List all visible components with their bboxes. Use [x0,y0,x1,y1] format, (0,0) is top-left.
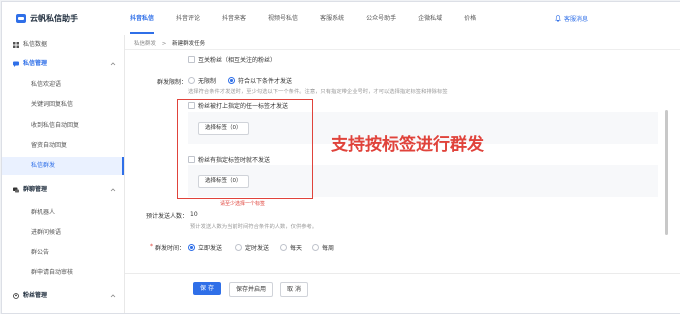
limit-conditional-radio[interactable] [228,77,235,84]
service-message-label: 客服消息 [564,16,589,23]
estimated-hint: 预计发送人数为当前时间符合条件的人数，仅供参考。 [190,224,318,230]
breadcrumb-separator: > [161,41,167,47]
sidebar-item-label: 进群问候语 [31,229,62,236]
nav-tab-channels-dm[interactable]: 视频号私信 [268,2,298,35]
message-icon [13,61,19,67]
sidebar-item-label: 私信欢迎语 [31,81,62,88]
nav-tab-price[interactable]: 价格 [464,2,476,35]
nav-tab-official-account[interactable]: 公众号助手 [366,2,396,35]
sidebar-group-label: 粉丝管理 [23,292,48,299]
sidebar-item-group-bot[interactable]: 群机器人 [2,204,124,222]
sidebar-item-label: 留资自动回复 [31,142,68,149]
bell-icon [555,15,561,22]
sidebar-item-label: 群公告 [31,249,50,256]
nav-tab-douyin-comments[interactable]: 抖音评论 [176,2,200,35]
sidebar-item-group-notice[interactable]: 群公告 [2,244,124,262]
sidebar-item-group-auto-approve[interactable]: 群申请自动审核 [2,264,124,282]
save-and-enable-button[interactable]: 保存并启用 [229,282,273,297]
sidebar-item-label: 群申请自动审核 [31,269,74,276]
send-scheduled-radio[interactable] [235,244,242,251]
send-daily-radio[interactable] [280,244,287,251]
chevron-up-icon [110,294,116,298]
sidebar-group-group-chat[interactable]: 群聊管理 [2,181,124,199]
group-chat-icon [13,187,19,193]
send-now-label: 立即发送 [198,245,223,252]
main-nav: 抖音私信 抖音评论 抖音来客 视频号私信 客服系统 公众号助手 企微私域 价格 [130,2,476,35]
send-time-label: 群发时间： [155,245,186,252]
sidebar-item-welcome[interactable]: 私信欢迎语 [2,76,124,94]
sidebar-item-label: 关键词回复私信 [31,101,74,108]
limit-none-label: 无限制 [198,78,217,85]
chevron-up-icon [110,188,116,192]
mutual-fans-checkbox[interactable] [188,56,195,63]
nav-tab-service[interactable]: 客服系统 [320,2,344,35]
app-window: 云帆私信助手 抖音私信 抖音评论 抖音来客 视频号私信 客服系统 公众号助手 企… [1,1,680,314]
required-marker: * [150,243,153,250]
estimated-value: 10 [190,211,198,218]
nav-tab-douyin-laike[interactable]: 抖音来客 [222,2,246,35]
sidebar-group-dm-management[interactable]: 私信管理 [2,55,124,73]
vertical-scrollbar[interactable] [665,110,668,235]
send-scheduled-label: 定时发送 [245,245,270,252]
sidebar-item-label: 私信数据 [23,41,48,48]
app-logo[interactable]: 云帆私信助手 [16,13,78,24]
sidebar-group-label: 群聊管理 [23,186,48,193]
send-weekly-radio[interactable] [312,244,319,251]
fans-icon [13,293,19,299]
sidebar-item-auto-reply[interactable]: 收到私信自动回复 [2,117,124,135]
chevron-up-icon [110,62,116,66]
service-message-link[interactable]: 客服消息 [555,14,588,23]
send-daily-label: 每天 [290,245,303,252]
sidebar-item-label: 群机器人 [31,209,56,216]
form-footer: 保 存 保存并启用 取 消 [125,273,680,313]
nav-tab-douyin-dm[interactable]: 抖音私信 [130,2,155,35]
sidebar-item-group-greeting[interactable]: 进群问候语 [2,224,124,242]
app-name: 云帆私信助手 [30,14,78,23]
breadcrumb: 私信群发 > 新建群发任务 [134,39,205,47]
top-bar: 云帆私信助手 抖音私信 抖音评论 抖音来客 视频号私信 客服系统 公众号助手 企… [2,2,680,36]
sidebar-item-label: 私信群发 [31,162,56,169]
mutual-fans-label: 互关粉丝（相互关注的粉丝） [198,57,277,64]
grid-icon [13,42,19,48]
save-button[interactable]: 保 存 [193,282,221,295]
limit-none-radio[interactable] [188,77,195,84]
tag-error-message: 请至少选择一个标签 [220,201,266,207]
sidebar: 私信数据 私信管理 私信欢迎语 关键词回复私信 收到私信自动回复 留资自动回复 … [2,35,125,313]
cancel-button[interactable]: 取 消 [280,282,308,297]
sidebar-item-overview[interactable]: 私信数据 [2,36,124,54]
send-now-radio[interactable] [188,244,195,251]
sidebar-item-mass-dm[interactable]: 私信群发 [2,157,124,175]
estimated-label: 预计发送人数： [146,213,189,220]
sidebar-group-fans[interactable]: 粉丝管理 [2,287,124,305]
annotation-text: 支持按标签进行群发 [331,135,484,155]
sidebar-item-lead-reply[interactable]: 留资自动回复 [2,137,124,155]
limit-label: 群发限制： [157,79,188,86]
logo-icon [16,14,26,23]
breadcrumb-divider [125,49,680,50]
annotation-highlight-box [177,99,313,199]
limit-conditional-label: 符合以下条件才发送 [238,78,293,85]
send-weekly-label: 每周 [322,245,335,252]
sidebar-item-keyword-reply[interactable]: 关键词回复私信 [2,96,124,114]
breadcrumb-parent[interactable]: 私信群发 [134,41,156,47]
limit-hint: 选择符合条件才发送时，至少勾选以下一个条件。注意，只有指定带企业号时，才可以选择… [188,89,448,95]
sidebar-item-label: 收到私信自动回复 [31,122,80,129]
breadcrumb-current: 新建群发任务 [172,41,206,47]
sidebar-group-label: 私信管理 [23,60,48,67]
nav-tab-wecom[interactable]: 企微私域 [418,2,442,35]
